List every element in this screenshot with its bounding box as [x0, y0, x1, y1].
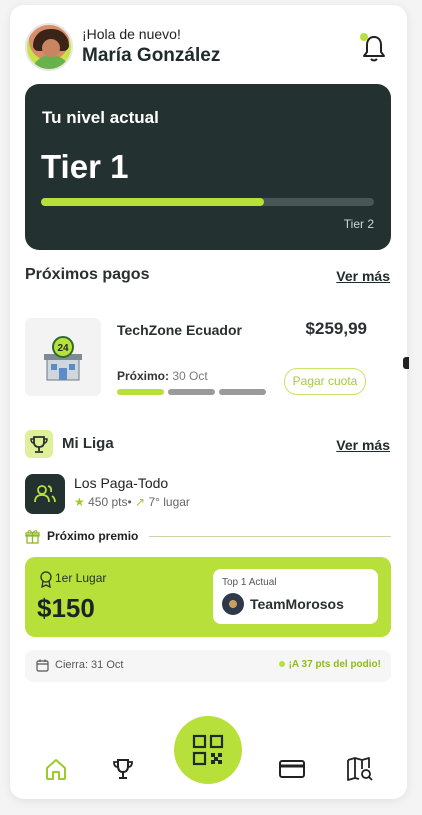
scroll-indicator	[403, 357, 409, 369]
store-badge-number: 24	[57, 343, 69, 354]
medal-icon	[40, 571, 52, 588]
bell-icon[interactable]	[360, 33, 387, 63]
prize-section-title: Próximo premio	[47, 529, 139, 543]
qr-scan-button[interactable]	[174, 716, 242, 784]
header: ¡Hola de nuevo! María González	[25, 23, 393, 75]
next-payment-label: Próximo:	[117, 369, 170, 383]
team-name: Los Paga-Todo	[74, 475, 169, 491]
home-icon[interactable]	[43, 756, 69, 782]
team-icon	[25, 474, 65, 514]
pay-installment-button[interactable]: Pagar cuota	[284, 368, 366, 395]
payments-title: Próximos pagos	[25, 266, 150, 283]
avatar[interactable]	[25, 23, 73, 71]
top-team-name: TeamMorosos	[250, 596, 344, 612]
payments-see-more-link[interactable]: Ver más	[336, 268, 390, 284]
status-dot	[278, 661, 285, 668]
prize-card[interactable]: 1er Lugar $150 Top 1 Actual TeamMorosos	[25, 557, 391, 637]
next-payment-date: 30 Oct	[172, 369, 208, 383]
store-icon: 24	[44, 336, 82, 381]
payment-amount: $259,99	[305, 319, 367, 338]
star-icon: ★	[74, 495, 85, 509]
trend-up-icon: ↗	[135, 495, 146, 509]
prize-section-header: Próximo premio	[25, 527, 391, 547]
installment-segment	[117, 389, 164, 395]
merchant-name: TechZone Ecuador	[117, 322, 242, 338]
next-payment: Próximo: 30 Oct	[117, 369, 208, 383]
close-date: Cierra: 31 Oct	[55, 659, 124, 671]
team-place: 7° lugar	[148, 495, 190, 509]
merchant-thumbnail: 24	[25, 318, 101, 396]
league-see-more-link[interactable]: Ver más	[336, 437, 390, 453]
calendar-icon	[36, 659, 49, 672]
trophy-icon	[25, 430, 53, 458]
tier-card[interactable]: Tu nivel actual Tier 1 Tier 2	[25, 84, 391, 250]
prize-amount: $150	[37, 593, 95, 623]
card-icon[interactable]	[278, 756, 305, 782]
tier-value: Tier 1	[41, 148, 129, 185]
top-team-box: Top 1 Actual TeamMorosos	[213, 569, 378, 624]
notification-dot	[360, 33, 368, 41]
league-close-bar: Cierra: 31 Oct ¡A 37 pts del podio!	[25, 650, 391, 682]
prize-place: 1er Lugar	[55, 571, 107, 585]
installment-segment	[219, 389, 266, 395]
tier-progress-fill	[41, 198, 265, 206]
app-screen: ¡Hola de nuevo! María González Tu nivel …	[10, 5, 407, 799]
podium-note: ¡A 37 pts del podio!	[278, 659, 381, 670]
user-name: María González	[82, 45, 221, 66]
divider	[149, 536, 391, 537]
top-team-label: Top 1 Actual	[222, 577, 277, 588]
podium-note-text: ¡A 37 pts del podio!	[288, 659, 381, 670]
gift-icon	[25, 530, 40, 544]
installment-segment	[168, 389, 215, 395]
map-search-icon[interactable]	[346, 756, 373, 782]
league-title: Mi Liga	[62, 435, 114, 452]
greeting-text: ¡Hola de nuevo!	[82, 26, 181, 42]
team-points: 450 pts•	[88, 495, 132, 509]
tier-label: Tu nivel actual	[42, 108, 159, 127]
next-tier-label: Tier 2	[343, 217, 374, 231]
qr-code-icon	[192, 734, 224, 766]
trophy-nav-icon[interactable]	[110, 756, 136, 782]
top-team-avatar	[222, 593, 244, 615]
team-stats: ★ 450 pts• ↗ 7° lugar	[74, 495, 190, 509]
tier-progress-bar	[41, 198, 374, 206]
